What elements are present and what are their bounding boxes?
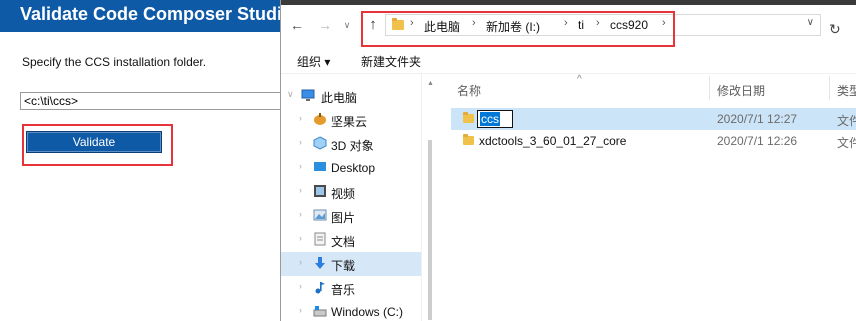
nav-item-video[interactable]: › 视频 bbox=[281, 180, 421, 204]
nav-item-windows-c[interactable]: › Windows (C:) bbox=[281, 300, 421, 321]
nav-label: 坚果云 bbox=[331, 115, 368, 129]
explorer-navbar: ← → ∨ ↑ › 此电脑 › 新加卷 (I:) › ti › ccs920 ›… bbox=[281, 5, 856, 45]
nav-label: Desktop bbox=[331, 161, 376, 175]
collapse-chevron-icon[interactable]: ∨ bbox=[287, 89, 294, 100]
address-bar[interactable]: › 此电脑 › 新加卷 (I:) › ti › ccs920 › ∨ bbox=[385, 14, 821, 36]
back-arrow-icon[interactable]: ← bbox=[287, 15, 307, 35]
sort-ascending-icon: ^ bbox=[577, 74, 582, 85]
file-list: ^ 名称 修改日期 类型 ccs 2020/7/1 12:27 文件 xdcto… bbox=[441, 74, 856, 321]
breadcrumb-separator-icon: › bbox=[410, 17, 414, 29]
breadcrumb-volume[interactable]: 新加卷 (I:) bbox=[486, 18, 540, 35]
new-folder-button[interactable]: 新建文件夹 bbox=[361, 53, 421, 70]
expand-chevron-icon[interactable]: › bbox=[299, 161, 302, 171]
nav-item-this-pc[interactable]: ∨ 此电脑 bbox=[281, 84, 421, 108]
up-arrow-icon[interactable]: ↑ bbox=[363, 15, 383, 35]
dialog-header: Validate Code Composer Studio bbox=[0, 0, 280, 32]
folder-icon bbox=[463, 112, 474, 123]
nav-label: 此电脑 bbox=[321, 91, 358, 105]
expand-chevron-icon[interactable]: › bbox=[299, 305, 302, 315]
breadcrumb-separator-icon: › bbox=[472, 17, 476, 29]
nav-label: 3D 对象 bbox=[331, 139, 374, 153]
ccs-path-input[interactable] bbox=[20, 92, 282, 110]
folder-icon bbox=[463, 134, 474, 145]
column-header-type[interactable]: 类型 bbox=[837, 82, 856, 99]
breadcrumb-separator-icon: › bbox=[564, 17, 568, 29]
expand-chevron-icon[interactable]: › bbox=[299, 233, 302, 243]
nutstore-icon bbox=[314, 113, 326, 125]
nav-item-downloads[interactable]: › 下载 bbox=[281, 252, 421, 276]
dialog-instruction: Specify the CCS installation folder. bbox=[22, 55, 207, 69]
recent-locations-chevron-icon[interactable]: ∨ bbox=[341, 15, 353, 35]
forward-arrow-icon[interactable]: → bbox=[315, 15, 335, 35]
music-icon bbox=[315, 282, 325, 294]
expand-chevron-icon[interactable]: › bbox=[299, 257, 302, 267]
column-header-date[interactable]: 修改日期 bbox=[717, 82, 765, 99]
expand-chevron-icon[interactable]: › bbox=[299, 209, 302, 219]
download-icon bbox=[315, 257, 325, 269]
desktop-icon bbox=[314, 162, 326, 171]
expand-chevron-icon[interactable]: › bbox=[299, 281, 302, 291]
pictures-icon bbox=[313, 209, 327, 221]
dialog-title: Validate Code Composer Studio bbox=[20, 4, 280, 24]
nav-scrollbar[interactable]: ▲ bbox=[427, 80, 434, 321]
expand-chevron-icon[interactable]: › bbox=[299, 137, 302, 147]
file-name[interactable]: xdctools_3_60_01_27_core bbox=[479, 134, 626, 148]
nav-label: 文档 bbox=[331, 235, 356, 249]
scrollbar-thumb[interactable] bbox=[428, 140, 432, 320]
breadcrumb-separator-icon: › bbox=[662, 17, 666, 29]
breadcrumb-separator-icon: › bbox=[596, 17, 600, 29]
column-divider[interactable] bbox=[709, 76, 710, 100]
file-date: 2020/7/1 12:27 bbox=[717, 112, 798, 126]
breadcrumb-this-pc[interactable]: 此电脑 bbox=[424, 18, 460, 35]
column-divider[interactable] bbox=[829, 76, 830, 100]
expand-chevron-icon[interactable]: › bbox=[299, 113, 302, 123]
computer-icon bbox=[301, 89, 315, 101]
nav-label: 音乐 bbox=[331, 283, 356, 297]
nav-item-desktop[interactable]: › Desktop bbox=[281, 156, 421, 180]
nav-label: 视频 bbox=[331, 187, 356, 201]
ccs-validate-dialog: Validate Code Composer Studio Specify th… bbox=[0, 0, 282, 321]
expand-chevron-icon[interactable]: › bbox=[299, 185, 302, 195]
nav-item-pictures[interactable]: › 图片 bbox=[281, 204, 421, 228]
nav-label: 图片 bbox=[331, 211, 356, 225]
pane-splitter[interactable] bbox=[421, 74, 422, 321]
breadcrumb-ti[interactable]: ti bbox=[578, 18, 584, 32]
folder-icon bbox=[392, 18, 404, 30]
navigation-pane: ∨ 此电脑 › 坚果云 › 3D 对象 › Desktop › 视频 › 图片 bbox=[281, 74, 421, 321]
nav-item-nutstore[interactable]: › 坚果云 bbox=[281, 108, 421, 132]
refresh-icon[interactable]: ↻ bbox=[829, 21, 841, 38]
drive-icon bbox=[313, 306, 327, 317]
documents-icon bbox=[314, 232, 326, 246]
file-type: 文件 bbox=[837, 114, 856, 128]
nav-label: Windows (C:) bbox=[331, 305, 404, 319]
file-explorer-window: ← → ∨ ↑ › 此电脑 › 新加卷 (I:) › ti › ccs920 ›… bbox=[280, 0, 856, 321]
nav-item-music[interactable]: › 音乐 bbox=[281, 276, 421, 300]
organize-button[interactable]: 组织 ▾ bbox=[297, 53, 330, 70]
3d-objects-icon bbox=[313, 136, 327, 150]
file-name[interactable]: ccs bbox=[480, 112, 500, 126]
address-dropdown-icon[interactable]: ∨ bbox=[807, 17, 814, 28]
file-row[interactable]: ccs 2020/7/1 12:27 文件 bbox=[451, 108, 856, 130]
nav-label: 下载 bbox=[331, 259, 356, 273]
nav-item-3d-objects[interactable]: › 3D 对象 bbox=[281, 132, 421, 156]
validate-button[interactable]: Validate bbox=[26, 131, 162, 153]
file-row[interactable]: xdctools_3_60_01_27_core 2020/7/1 12:26 … bbox=[451, 130, 856, 152]
scroll-up-icon[interactable]: ▲ bbox=[427, 80, 434, 87]
rename-field[interactable]: ccs bbox=[477, 110, 513, 128]
explorer-toolbar: 组织 ▾ 新建文件夹 bbox=[281, 45, 856, 74]
video-icon bbox=[314, 185, 326, 197]
file-type: 文件 bbox=[837, 136, 856, 150]
breadcrumb-ccs920[interactable]: ccs920 bbox=[610, 18, 648, 32]
file-date: 2020/7/1 12:26 bbox=[717, 134, 798, 148]
column-header-name[interactable]: 名称 bbox=[457, 82, 481, 99]
nav-item-documents[interactable]: › 文档 bbox=[281, 228, 421, 252]
